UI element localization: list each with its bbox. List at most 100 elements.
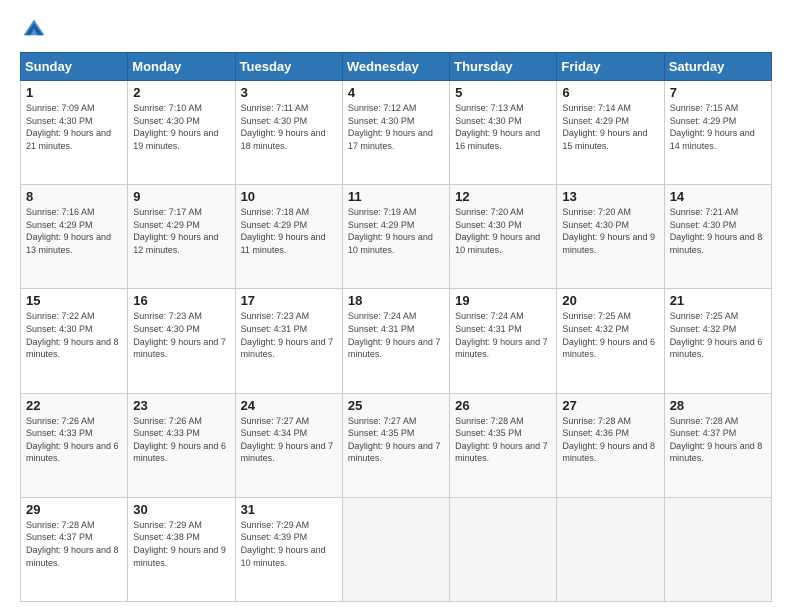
day-number: 2 [133, 85, 229, 100]
day-number: 3 [241, 85, 337, 100]
calendar-cell: 6 Sunrise: 7:14 AM Sunset: 4:29 PM Dayli… [557, 81, 664, 185]
weekday-header: Tuesday [235, 53, 342, 81]
day-number: 14 [670, 189, 766, 204]
day-info: Sunrise: 7:13 AM Sunset: 4:30 PM Dayligh… [455, 102, 551, 152]
day-info: Sunrise: 7:28 AM Sunset: 4:35 PM Dayligh… [455, 415, 551, 465]
day-info: Sunrise: 7:27 AM Sunset: 4:35 PM Dayligh… [348, 415, 444, 465]
calendar-cell: 12 Sunrise: 7:20 AM Sunset: 4:30 PM Dayl… [450, 185, 557, 289]
day-info: Sunrise: 7:26 AM Sunset: 4:33 PM Dayligh… [133, 415, 229, 465]
calendar-cell: 19 Sunrise: 7:24 AM Sunset: 4:31 PM Dayl… [450, 289, 557, 393]
calendar-week: 22 Sunrise: 7:26 AM Sunset: 4:33 PM Dayl… [21, 393, 772, 497]
calendar-cell: 11 Sunrise: 7:19 AM Sunset: 4:29 PM Dayl… [342, 185, 449, 289]
day-number: 11 [348, 189, 444, 204]
calendar-cell: 5 Sunrise: 7:13 AM Sunset: 4:30 PM Dayli… [450, 81, 557, 185]
calendar-week: 29 Sunrise: 7:28 AM Sunset: 4:37 PM Dayl… [21, 497, 772, 601]
calendar-week: 8 Sunrise: 7:16 AM Sunset: 4:29 PM Dayli… [21, 185, 772, 289]
empty-cell [342, 497, 449, 601]
calendar-cell: 16 Sunrise: 7:23 AM Sunset: 4:30 PM Dayl… [128, 289, 235, 393]
weekday-header: Saturday [664, 53, 771, 81]
day-info: Sunrise: 7:23 AM Sunset: 4:30 PM Dayligh… [133, 310, 229, 360]
day-info: Sunrise: 7:11 AM Sunset: 4:30 PM Dayligh… [241, 102, 337, 152]
day-number: 22 [26, 398, 122, 413]
day-number: 4 [348, 85, 444, 100]
day-number: 15 [26, 293, 122, 308]
day-number: 26 [455, 398, 551, 413]
day-number: 16 [133, 293, 229, 308]
day-number: 17 [241, 293, 337, 308]
calendar-cell: 30 Sunrise: 7:29 AM Sunset: 4:38 PM Dayl… [128, 497, 235, 601]
calendar-cell: 17 Sunrise: 7:23 AM Sunset: 4:31 PM Dayl… [235, 289, 342, 393]
day-number: 19 [455, 293, 551, 308]
calendar-cell: 24 Sunrise: 7:27 AM Sunset: 4:34 PM Dayl… [235, 393, 342, 497]
calendar-week: 1 Sunrise: 7:09 AM Sunset: 4:30 PM Dayli… [21, 81, 772, 185]
logo-icon [20, 16, 48, 44]
day-number: 12 [455, 189, 551, 204]
calendar-cell: 1 Sunrise: 7:09 AM Sunset: 4:30 PM Dayli… [21, 81, 128, 185]
day-info: Sunrise: 7:28 AM Sunset: 4:37 PM Dayligh… [670, 415, 766, 465]
day-info: Sunrise: 7:15 AM Sunset: 4:29 PM Dayligh… [670, 102, 766, 152]
weekday-header: Wednesday [342, 53, 449, 81]
day-number: 5 [455, 85, 551, 100]
day-info: Sunrise: 7:14 AM Sunset: 4:29 PM Dayligh… [562, 102, 658, 152]
calendar-cell: 14 Sunrise: 7:21 AM Sunset: 4:30 PM Dayl… [664, 185, 771, 289]
day-info: Sunrise: 7:12 AM Sunset: 4:30 PM Dayligh… [348, 102, 444, 152]
calendar-cell: 27 Sunrise: 7:28 AM Sunset: 4:36 PM Dayl… [557, 393, 664, 497]
day-info: Sunrise: 7:17 AM Sunset: 4:29 PM Dayligh… [133, 206, 229, 256]
day-number: 10 [241, 189, 337, 204]
empty-cell [450, 497, 557, 601]
calendar-cell: 28 Sunrise: 7:28 AM Sunset: 4:37 PM Dayl… [664, 393, 771, 497]
calendar-week: 15 Sunrise: 7:22 AM Sunset: 4:30 PM Dayl… [21, 289, 772, 393]
day-info: Sunrise: 7:22 AM Sunset: 4:30 PM Dayligh… [26, 310, 122, 360]
calendar-cell: 26 Sunrise: 7:28 AM Sunset: 4:35 PM Dayl… [450, 393, 557, 497]
day-info: Sunrise: 7:19 AM Sunset: 4:29 PM Dayligh… [348, 206, 444, 256]
calendar-cell: 9 Sunrise: 7:17 AM Sunset: 4:29 PM Dayli… [128, 185, 235, 289]
day-info: Sunrise: 7:23 AM Sunset: 4:31 PM Dayligh… [241, 310, 337, 360]
day-number: 8 [26, 189, 122, 204]
day-number: 30 [133, 502, 229, 517]
day-number: 1 [26, 85, 122, 100]
calendar: SundayMondayTuesdayWednesdayThursdayFrid… [20, 52, 772, 602]
page: SundayMondayTuesdayWednesdayThursdayFrid… [0, 0, 792, 612]
day-info: Sunrise: 7:29 AM Sunset: 4:39 PM Dayligh… [241, 519, 337, 569]
calendar-cell: 18 Sunrise: 7:24 AM Sunset: 4:31 PM Dayl… [342, 289, 449, 393]
day-info: Sunrise: 7:25 AM Sunset: 4:32 PM Dayligh… [562, 310, 658, 360]
calendar-cell: 2 Sunrise: 7:10 AM Sunset: 4:30 PM Dayli… [128, 81, 235, 185]
day-info: Sunrise: 7:29 AM Sunset: 4:38 PM Dayligh… [133, 519, 229, 569]
day-info: Sunrise: 7:18 AM Sunset: 4:29 PM Dayligh… [241, 206, 337, 256]
calendar-cell: 7 Sunrise: 7:15 AM Sunset: 4:29 PM Dayli… [664, 81, 771, 185]
empty-cell [557, 497, 664, 601]
calendar-cell: 22 Sunrise: 7:26 AM Sunset: 4:33 PM Dayl… [21, 393, 128, 497]
day-number: 13 [562, 189, 658, 204]
calendar-cell: 13 Sunrise: 7:20 AM Sunset: 4:30 PM Dayl… [557, 185, 664, 289]
day-number: 28 [670, 398, 766, 413]
day-number: 6 [562, 85, 658, 100]
day-info: Sunrise: 7:27 AM Sunset: 4:34 PM Dayligh… [241, 415, 337, 465]
day-info: Sunrise: 7:24 AM Sunset: 4:31 PM Dayligh… [348, 310, 444, 360]
empty-cell [664, 497, 771, 601]
calendar-cell: 29 Sunrise: 7:28 AM Sunset: 4:37 PM Dayl… [21, 497, 128, 601]
header [20, 16, 772, 44]
calendar-cell: 21 Sunrise: 7:25 AM Sunset: 4:32 PM Dayl… [664, 289, 771, 393]
calendar-cell: 4 Sunrise: 7:12 AM Sunset: 4:30 PM Dayli… [342, 81, 449, 185]
day-info: Sunrise: 7:10 AM Sunset: 4:30 PM Dayligh… [133, 102, 229, 152]
day-info: Sunrise: 7:20 AM Sunset: 4:30 PM Dayligh… [562, 206, 658, 256]
calendar-cell: 31 Sunrise: 7:29 AM Sunset: 4:39 PM Dayl… [235, 497, 342, 601]
day-number: 23 [133, 398, 229, 413]
day-number: 24 [241, 398, 337, 413]
calendar-cell: 3 Sunrise: 7:11 AM Sunset: 4:30 PM Dayli… [235, 81, 342, 185]
logo [20, 16, 52, 44]
day-number: 27 [562, 398, 658, 413]
calendar-cell: 23 Sunrise: 7:26 AM Sunset: 4:33 PM Dayl… [128, 393, 235, 497]
day-number: 7 [670, 85, 766, 100]
day-info: Sunrise: 7:20 AM Sunset: 4:30 PM Dayligh… [455, 206, 551, 256]
day-number: 25 [348, 398, 444, 413]
day-number: 31 [241, 502, 337, 517]
day-info: Sunrise: 7:16 AM Sunset: 4:29 PM Dayligh… [26, 206, 122, 256]
weekday-header: Thursday [450, 53, 557, 81]
day-info: Sunrise: 7:09 AM Sunset: 4:30 PM Dayligh… [26, 102, 122, 152]
day-info: Sunrise: 7:21 AM Sunset: 4:30 PM Dayligh… [670, 206, 766, 256]
calendar-cell: 8 Sunrise: 7:16 AM Sunset: 4:29 PM Dayli… [21, 185, 128, 289]
calendar-cell: 15 Sunrise: 7:22 AM Sunset: 4:30 PM Dayl… [21, 289, 128, 393]
weekday-header: Monday [128, 53, 235, 81]
day-info: Sunrise: 7:24 AM Sunset: 4:31 PM Dayligh… [455, 310, 551, 360]
